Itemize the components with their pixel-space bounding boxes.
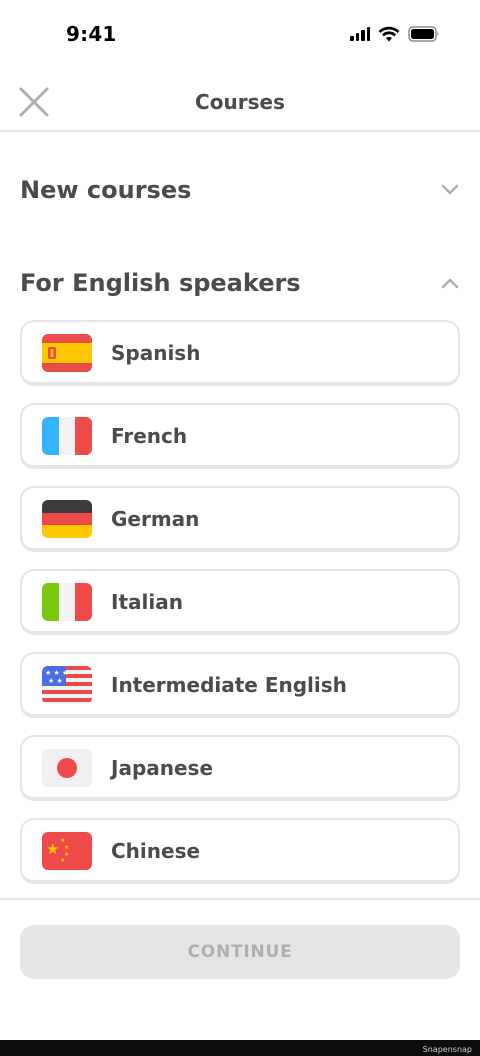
continue-button[interactable]: CONTINUE [20, 925, 460, 979]
svg-text:★: ★ [46, 840, 59, 858]
course-item-italian[interactable]: Italian [20, 569, 460, 635]
course-name: Spanish [111, 341, 201, 365]
course-item-spanish[interactable]: Spanish [20, 320, 460, 386]
italy-flag-icon [42, 583, 92, 621]
spain-flag-icon [42, 334, 92, 372]
watermark: Snapensnap [422, 1045, 472, 1054]
status-bar: 9:41 [0, 0, 480, 70]
section-new-courses[interactable]: New courses [20, 170, 460, 210]
status-time: 9:41 [66, 22, 117, 46]
svg-text:★: ★ [60, 857, 65, 864]
battery-icon [408, 26, 440, 42]
section-title: For English speakers [20, 269, 301, 297]
course-item-german[interactable]: German [20, 486, 460, 552]
section-title: New courses [20, 176, 192, 204]
course-item-chinese[interactable]: ★ ★ ★ ★ ★ Chinese [20, 818, 460, 884]
svg-text:★: ★ [60, 837, 65, 844]
course-list: Spanish French German Italian ★ ★ ★ ★ ★ … [20, 320, 460, 901]
course-item-intermediate-english[interactable]: ★ ★ ★ ★ ★ Intermediate English [20, 652, 460, 718]
svg-text:★: ★ [64, 844, 69, 851]
section-english-speakers[interactable]: For English speakers [20, 263, 460, 303]
germany-flag-icon [42, 500, 92, 538]
france-flag-icon [42, 417, 92, 455]
bottom-strip [0, 1040, 480, 1056]
wifi-icon [378, 26, 400, 42]
course-name: French [111, 424, 188, 448]
header: Courses [0, 70, 480, 132]
chevron-down-icon [441, 184, 459, 195]
footer-divider [0, 898, 480, 900]
course-name: German [111, 507, 200, 531]
cellular-signal-icon [350, 27, 370, 41]
svg-text:★ ★ ★: ★ ★ ★ [45, 669, 68, 677]
china-flag-icon: ★ ★ ★ ★ ★ [42, 832, 92, 870]
japan-flag-icon [42, 749, 92, 787]
course-name: Japanese [111, 756, 214, 780]
course-name: Italian [111, 590, 183, 614]
course-item-japanese[interactable]: Japanese [20, 735, 460, 801]
page-title: Courses [195, 90, 285, 114]
course-name: Intermediate English [111, 673, 347, 697]
usa-flag-icon: ★ ★ ★ ★ ★ [42, 666, 92, 704]
course-name: Chinese [111, 839, 201, 863]
course-item-french[interactable]: French [20, 403, 460, 469]
svg-text:★ ★: ★ ★ [48, 677, 63, 685]
status-icons [350, 26, 440, 42]
chevron-up-icon [441, 278, 459, 289]
